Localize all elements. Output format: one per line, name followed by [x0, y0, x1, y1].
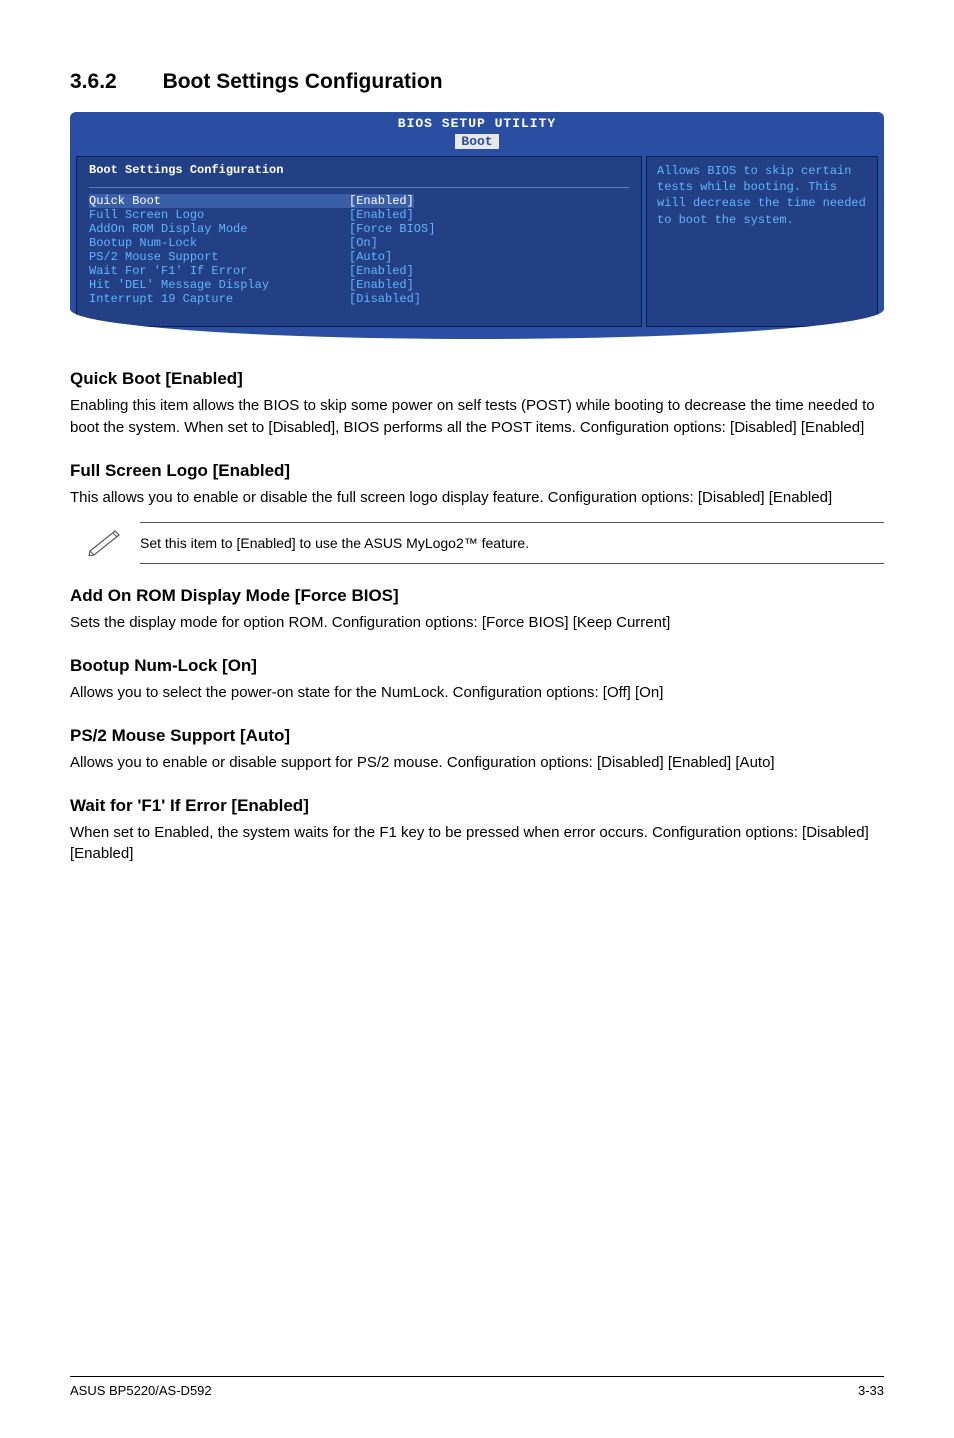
bios-label: Interrupt 19 Capture: [89, 292, 349, 306]
bios-panel: BIOS SETUP UTILITY Boot Boot Settings Co…: [70, 112, 884, 339]
bios-value: [Auto]: [349, 250, 392, 264]
bios-row-quick-boot[interactable]: Quick Boot [Enabled]: [89, 194, 629, 208]
section-heading: 3.6.2 Boot Settings Configuration: [70, 70, 884, 94]
bios-value: [Force BIOS]: [349, 222, 435, 236]
bios-label: AddOn ROM Display Mode: [89, 222, 349, 236]
note-text: Set this item to [Enabled] to use the AS…: [140, 522, 884, 564]
footer-left: ASUS BP5220/AS-D592: [70, 1383, 212, 1398]
bios-row-addon-rom[interactable]: AddOn ROM Display Mode [Force BIOS]: [89, 222, 629, 236]
bios-label: Wait For 'F1' If Error: [89, 264, 349, 278]
bios-row-interrupt19[interactable]: Interrupt 19 Capture [Disabled]: [89, 292, 629, 306]
subsection-heading: Wait for 'F1' If Error [Enabled]: [70, 796, 884, 816]
subsection-body: Sets the display mode for option ROM. Co…: [70, 612, 884, 634]
bios-tab-boot[interactable]: Boot: [455, 134, 498, 149]
bios-value: [Enabled]: [349, 278, 414, 292]
bios-divider: [89, 187, 629, 188]
bios-help-panel: Allows BIOS to skip certain tests while …: [646, 156, 878, 327]
subsection-heading: Quick Boot [Enabled]: [70, 369, 884, 389]
subsection-heading: Bootup Num-Lock [On]: [70, 656, 884, 676]
bios-title: BIOS SETUP UTILITY: [398, 116, 556, 131]
footer-right: 3-33: [858, 1383, 884, 1398]
section-number: 3.6.2: [70, 70, 117, 94]
subsection-heading: Full Screen Logo [Enabled]: [70, 461, 884, 481]
bios-row-ps2-mouse[interactable]: PS/2 Mouse Support [Auto]: [89, 250, 629, 264]
bios-help-text: Allows BIOS to skip certain tests while …: [657, 164, 866, 227]
page-footer: ASUS BP5220/AS-D592 3-33: [70, 1376, 884, 1398]
bios-label: Quick Boot: [89, 194, 349, 208]
bios-row-numlock[interactable]: Bootup Num-Lock [On]: [89, 236, 629, 250]
bios-row-hit-del[interactable]: Hit 'DEL' Message Display [Enabled]: [89, 278, 629, 292]
bios-value: [On]: [349, 236, 378, 250]
bios-value: [Enabled]: [349, 208, 414, 222]
bios-titlebar: BIOS SETUP UTILITY: [70, 112, 884, 132]
bios-row-wait-f1[interactable]: Wait For 'F1' If Error [Enabled]: [89, 264, 629, 278]
bios-panel-header: Boot Settings Configuration: [89, 163, 629, 181]
bios-label: Hit 'DEL' Message Display: [89, 278, 349, 292]
subsection-body: This allows you to enable or disable the…: [70, 487, 884, 509]
subsection-body: Allows you to enable or disable support …: [70, 752, 884, 774]
subsection-body: When set to Enabled, the system waits fo…: [70, 822, 884, 866]
bios-label: Full Screen Logo: [89, 208, 349, 222]
subsection-heading: Add On ROM Display Mode [Force BIOS]: [70, 586, 884, 606]
pencil-icon: [70, 526, 140, 561]
bios-value: [Disabled]: [349, 292, 421, 306]
bios-label: Bootup Num-Lock: [89, 236, 349, 250]
bios-value: [Enabled]: [349, 264, 414, 278]
subsection-heading: PS/2 Mouse Support [Auto]: [70, 726, 884, 746]
bios-tabrow: Boot: [70, 132, 884, 152]
bios-row-full-screen-logo[interactable]: Full Screen Logo [Enabled]: [89, 208, 629, 222]
subsection-body: Enabling this item allows the BIOS to sk…: [70, 395, 884, 439]
note-box: Set this item to [Enabled] to use the AS…: [70, 522, 884, 564]
bios-value: [Enabled]: [349, 194, 414, 208]
section-title: Boot Settings Configuration: [163, 70, 443, 93]
bios-settings-panel: Boot Settings Configuration Quick Boot […: [76, 156, 642, 327]
bios-label: PS/2 Mouse Support: [89, 250, 349, 264]
subsection-body: Allows you to select the power-on state …: [70, 682, 884, 704]
